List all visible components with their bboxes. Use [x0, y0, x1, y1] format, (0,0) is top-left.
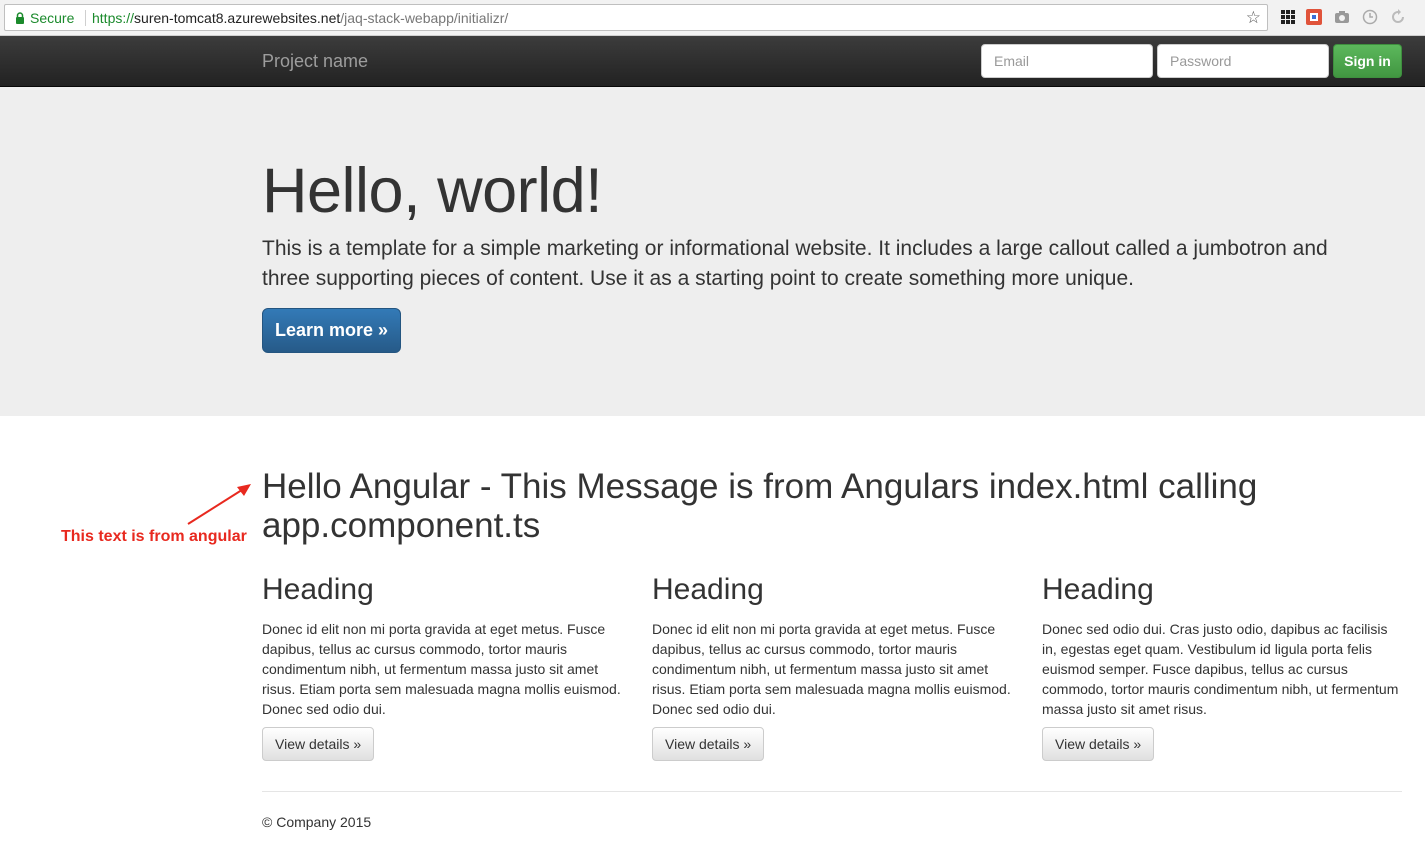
column-text: Donec id elit non mi porta gravida at eg… [262, 621, 621, 717]
camera-icon[interactable] [1334, 9, 1350, 25]
footer-divider [262, 791, 1402, 792]
jumbotron: Hello, world! This is a template for a s… [0, 87, 1425, 416]
url-host: suren-tomcat8.azurewebsites.net [134, 10, 341, 26]
footer-copyright: © Company 2015 [262, 814, 372, 830]
content-column: Heading Donec sed odio dui. Cras justo o… [1042, 573, 1402, 761]
navbar-brand[interactable]: Project name [262, 51, 368, 72]
url-separator [85, 10, 86, 26]
column-heading: Heading [262, 573, 374, 606]
content-column: Heading Donec id elit non mi porta gravi… [652, 573, 1012, 761]
jumbotron-title: Hello, world! [262, 156, 603, 226]
bookmark-star-icon[interactable]: ☆ [1246, 8, 1261, 28]
view-details-button[interactable]: View details » [262, 727, 375, 761]
url-field[interactable]: Secure https://suren-tomcat8.azurewebsit… [4, 4, 1268, 31]
password-input[interactable] [1157, 44, 1329, 78]
refresh-icon[interactable] [1390, 9, 1406, 25]
annotation-label: This text is from angular [61, 528, 247, 545]
learn-more-button[interactable]: Learn more » [262, 308, 401, 353]
email-input[interactable] [981, 44, 1153, 78]
view-details-button[interactable]: View details » [1042, 727, 1155, 761]
column-heading: Heading [1042, 573, 1154, 606]
angular-heading: Hello Angular - This Message is from Ang… [262, 467, 1258, 545]
extension-red-icon[interactable] [1306, 9, 1322, 25]
clock-icon[interactable] [1362, 9, 1378, 25]
url-path: /jaq-stack-webapp/initializr/ [340, 10, 509, 26]
column-text: Donec sed odio dui. Cras justo odio, dap… [1042, 621, 1399, 717]
view-details-button[interactable]: View details » [652, 727, 765, 761]
navbar: Project name Sign in [0, 36, 1425, 87]
sign-in-button[interactable]: Sign in [1333, 44, 1402, 78]
browser-address-bar: Secure https://suren-tomcat8.azurewebsit… [0, 0, 1425, 36]
url-scheme: https:// [92, 10, 135, 26]
jumbotron-text: This is a template for a simple marketin… [262, 237, 1328, 290]
url-text: https://suren-tomcat8.azurewebsites.net/… [92, 10, 508, 26]
content-column: Heading Donec id elit non mi porta gravi… [262, 573, 622, 761]
secure-label: Secure [30, 10, 75, 26]
column-text: Donec id elit non mi porta gravida at eg… [652, 621, 1011, 717]
lock-icon [16, 12, 24, 24]
annotation-arrow-icon [187, 484, 251, 525]
extension-grid-icon[interactable] [1280, 9, 1296, 25]
column-heading: Heading [652, 573, 764, 606]
